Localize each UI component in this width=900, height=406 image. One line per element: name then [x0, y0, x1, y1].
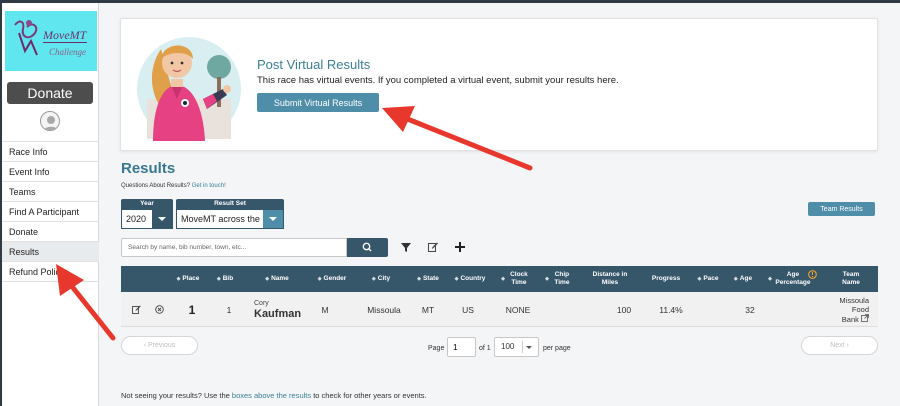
user-icon	[43, 116, 59, 130]
sidebar-nav: Race Info Event Info Teams Find A Partic…	[2, 141, 99, 282]
external-link-icon[interactable]	[861, 313, 869, 322]
info-icon[interactable]	[808, 270, 817, 279]
search-icon	[362, 242, 372, 252]
previous-page-button[interactable]: ‹ Previous	[121, 336, 198, 355]
cell-progress: 11.4%	[659, 304, 683, 315]
results-table-header: ◆ Place ◆ Bib ◆ Name ◆ Gender ◆ City ◆ State ◆…	[121, 266, 878, 292]
donate-button[interactable]: Donate	[7, 82, 93, 104]
sidebar-item-event-info[interactable]: Event Info	[2, 162, 99, 182]
page-label: Page	[428, 345, 445, 352]
boxes-above-link[interactable]: boxes above the results	[232, 391, 311, 400]
col-state[interactable]: ◆ State	[411, 266, 445, 292]
result-set-label: Result Set	[176, 199, 284, 209]
search-button[interactable]	[347, 238, 388, 257]
svg-text:Challenge: Challenge	[49, 47, 86, 57]
col-bib[interactable]: ◆ Bib	[209, 266, 241, 292]
col-age-percentage[interactable]: ◆ Age Percentage	[765, 266, 817, 292]
cell-distance: 100	[616, 304, 632, 315]
virtual-results-card: Post Virtual Results This race has virtu…	[120, 18, 878, 151]
result-set-select[interactable]: MoveMT across the	[176, 209, 284, 229]
cell-state: MT	[421, 304, 435, 315]
col-country[interactable]: ◆ Country	[449, 266, 491, 292]
sidebar-item-results[interactable]: Results	[2, 242, 99, 262]
col-gender[interactable]: ◆ Gender	[311, 266, 353, 292]
sidebar-item-donate[interactable]: Donate	[2, 222, 99, 242]
sidebar-item-teams[interactable]: Teams	[2, 182, 99, 202]
page-number-input[interactable]	[447, 337, 476, 357]
year-label: Year	[121, 199, 173, 209]
cell-bib: 1	[226, 304, 232, 315]
table-row[interactable]: 1 1 Cory Kaufman M Missoula MT US NONE 1…	[121, 292, 878, 327]
search-input[interactable]	[121, 238, 347, 257]
submit-virtual-results-button[interactable]: Submit Virtual Results	[257, 93, 379, 112]
col-clock-time[interactable]: ◆ Clock Time	[497, 266, 535, 292]
col-progress[interactable]: Progress	[647, 266, 685, 292]
col-age[interactable]: ◆ Age	[727, 266, 759, 292]
cell-country: US	[462, 304, 474, 315]
col-distance[interactable]: Distance in Miles	[583, 266, 637, 292]
sidebar-item-find-participant[interactable]: Find A Participant	[2, 202, 99, 222]
edit-icon[interactable]	[427, 241, 439, 253]
avatar[interactable]	[40, 111, 60, 131]
per-page-label: per page	[543, 345, 571, 352]
top-bar	[0, 0, 900, 3]
results-title: Results	[121, 160, 176, 177]
add-icon[interactable]	[454, 241, 466, 253]
team-results-button[interactable]: Team Results	[808, 202, 875, 216]
cell-city: Missoula	[367, 304, 401, 315]
virtual-results-text: This race has virtual events. If you com…	[257, 75, 619, 86]
cell-team[interactable]: Missoula Food Bank	[827, 292, 869, 327]
sidebar: MoveMT Challenge Donate Race Info Event …	[2, 3, 99, 406]
sidebar-item-refund-policy[interactable]: Refund Policy	[2, 262, 99, 282]
cell-gender: M	[321, 304, 329, 315]
get-in-touch-link[interactable]: Get in touch!	[192, 183, 226, 189]
col-city[interactable]: ◆ City	[361, 266, 401, 292]
col-place[interactable]: ◆ Place	[167, 266, 209, 292]
page-of-label: of 1	[479, 345, 491, 352]
per-page-select[interactable]: 100	[494, 337, 539, 357]
footer-note: Not seeing your results? Use the boxes a…	[121, 391, 427, 400]
col-name[interactable]: ◆ Name	[245, 266, 309, 292]
year-select[interactable]: 2020	[121, 209, 173, 229]
cell-name[interactable]: Cory Kaufman	[254, 292, 314, 327]
virtual-results-title: Post Virtual Results	[257, 57, 371, 72]
chevron-down-icon	[263, 210, 283, 228]
cell-clock-time: NONE	[505, 304, 531, 315]
next-page-button[interactable]: Next ›	[801, 336, 878, 355]
edit-row-icon[interactable]	[132, 305, 141, 314]
col-pace[interactable]: ◆ Pace	[693, 266, 723, 292]
sidebar-item-race-info[interactable]: Race Info	[2, 142, 99, 162]
svg-text:MoveMT: MoveMT	[42, 28, 88, 42]
col-chip-time[interactable]: ◆ Chip Time	[541, 266, 577, 292]
chevron-down-icon	[152, 210, 172, 228]
race-logo[interactable]: MoveMT Challenge	[5, 11, 97, 71]
cell-place: 1	[188, 302, 196, 317]
cell-age: 32	[745, 304, 755, 315]
runner-illustration	[127, 29, 247, 144]
questions-text: Questions About Results? Get in touch!	[121, 183, 226, 189]
col-team-name[interactable]: Team Name	[829, 266, 873, 292]
chevron-down-icon	[526, 346, 532, 349]
remove-row-icon[interactable]	[155, 305, 164, 314]
filter-icon[interactable]	[400, 241, 412, 253]
